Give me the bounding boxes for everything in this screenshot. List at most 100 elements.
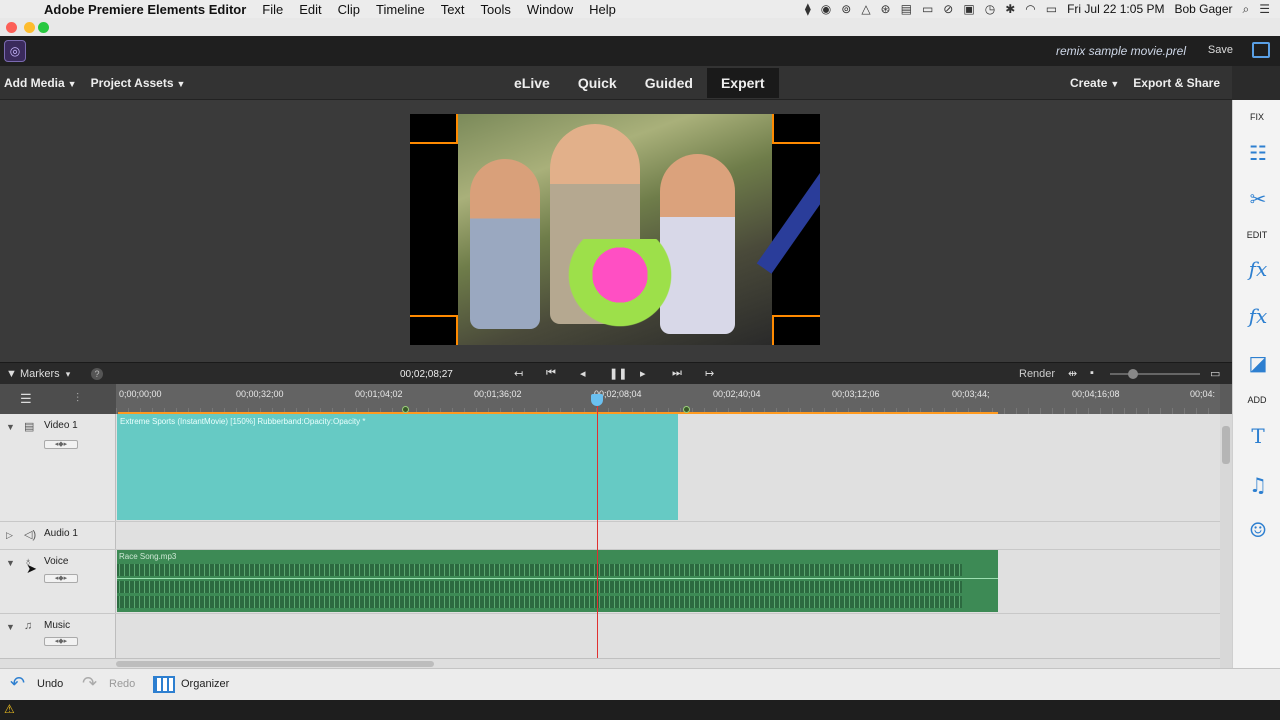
track-music: ▼ ♫ Music ◂◆▸ (0, 614, 1220, 658)
zoom-slider-track[interactable] (1110, 373, 1200, 375)
collapse-triangle-icon[interactable]: ▼ (6, 622, 15, 632)
bluetooth-icon[interactable]: ✱ (1005, 2, 1015, 16)
playhead-handle[interactable] (591, 394, 603, 406)
scrollbar-thumb[interactable] (1222, 426, 1230, 464)
scrollbar-thumb[interactable] (116, 661, 434, 667)
record-icon[interactable]: ◉ (821, 2, 831, 16)
next-edit-icon[interactable]: ⏭ (672, 367, 682, 380)
display-icon[interactable]: ▭ (922, 2, 933, 16)
expand-triangle-icon[interactable]: ▷ (6, 530, 13, 541)
track-area[interactable] (116, 614, 1220, 658)
tab-expert[interactable]: Expert (706, 68, 779, 98)
save-button[interactable]: Save (1208, 44, 1233, 56)
step-back-icon[interactable]: ◂ (580, 367, 586, 380)
collapse-triangle-icon[interactable]: ▼ (6, 422, 15, 432)
close-window-button[interactable] (6, 22, 17, 33)
zoom-out-icon[interactable]: ▪ (1090, 367, 1094, 379)
tab-quick[interactable]: Quick (564, 68, 631, 98)
zoom-window-button[interactable] (38, 22, 49, 33)
drive-icon[interactable]: △ (861, 2, 870, 16)
pause-icon[interactable]: ❚❚ (609, 367, 627, 380)
zoom-in-icon[interactable]: ▭ (1210, 367, 1220, 380)
dropbox-icon[interactable]: ⧫ (805, 2, 811, 16)
menu-clip[interactable]: Clip (338, 2, 360, 17)
volume-rubberband[interactable] (117, 578, 998, 579)
collapse-triangle-icon[interactable]: ▼ (6, 558, 15, 568)
speaker-icon[interactable]: ◁) (24, 528, 36, 541)
battery-icon[interactable]: ▭ (1046, 2, 1057, 16)
tools-icon[interactable]: ✂ (1245, 186, 1271, 212)
video-preview[interactable] (410, 114, 820, 345)
ruler-label: 0;00;00;00 (119, 389, 162, 399)
clock[interactable]: Fri Jul 22 1:05 PM (1067, 2, 1164, 16)
export-share-button[interactable]: Export & Share (1133, 76, 1220, 90)
track-area[interactable] (116, 522, 1220, 549)
effects-icon[interactable]: fx (1245, 303, 1271, 329)
horizontal-scrollbar[interactable] (0, 658, 1220, 668)
keyframe-controls[interactable]: ◂◆▸ (44, 574, 78, 583)
menu-timeline[interactable]: Timeline (376, 2, 425, 17)
time-machine-icon[interactable]: ◷ (985, 2, 995, 16)
playhead-line[interactable] (597, 406, 598, 658)
status-area: ⧫ ◉ ⊚ △ ⊛ ▤ ▭ ⊘ ▣ ◷ ✱ ◠ ▭ Fri Jul 22 1:0… (805, 0, 1270, 18)
track-area[interactable]: Race Song.mp3 (116, 550, 1220, 613)
timeline-ruler[interactable]: ☰ ⫶ 0;00;00;00 00;00;32;00 00;01;04;02 0… (0, 384, 1232, 414)
video-clip[interactable]: Extreme Sports (InstantMovie) [150%] Rub… (117, 414, 678, 520)
help-icon[interactable]: ? (91, 368, 103, 380)
add-media-button[interactable]: Add Media ▼ (4, 76, 77, 90)
create-button[interactable]: Create ▼ (1070, 76, 1119, 90)
project-assets-button[interactable]: Project Assets ▼ (91, 76, 186, 90)
keyframe-controls[interactable]: ◂◆▸ (44, 637, 78, 646)
app-menu[interactable]: Adobe Premiere Elements Editor (44, 2, 246, 17)
spotlight-icon[interactable]: ⌕ (1243, 2, 1250, 17)
tab-guided[interactable]: Guided (631, 68, 707, 98)
titles-icon[interactable]: T (1245, 423, 1271, 449)
undo-icon[interactable]: ↶ (10, 673, 25, 694)
track-options-icon[interactable]: ☰ (20, 391, 32, 407)
vertical-scrollbar[interactable] (1220, 414, 1232, 668)
menu-tools[interactable]: Tools (481, 2, 511, 17)
battery-icon-small[interactable]: ▤ (901, 2, 912, 16)
organizer-icon[interactable] (153, 676, 175, 693)
current-timecode[interactable]: 00;02;08;27 (400, 369, 453, 380)
user-name[interactable]: Bob Gager (1174, 2, 1232, 16)
warning-icon[interactable]: ⚠ (4, 702, 15, 716)
transitions-icon[interactable]: ◪ (1245, 350, 1271, 376)
fullscreen-icon[interactable] (1252, 42, 1270, 58)
menu-file[interactable]: File (262, 2, 283, 17)
marker-dot[interactable] (683, 406, 690, 413)
search-glass-icon[interactable]: ⊘ (943, 2, 953, 16)
effects-edit-icon[interactable]: fx (1245, 256, 1271, 282)
step-forward-icon[interactable]: ▸ (640, 367, 646, 380)
organizer-button[interactable]: Organizer (181, 678, 229, 690)
undo-button[interactable]: Undo (37, 678, 63, 690)
menu-help[interactable]: Help (589, 2, 616, 17)
fit-timeline-icon[interactable]: ⇹ (1068, 367, 1077, 380)
keyframe-controls[interactable]: ◂◆▸ (44, 440, 78, 449)
music-icon[interactable]: ♫ (1245, 472, 1271, 498)
zoom-slider-handle[interactable] (1128, 369, 1138, 379)
go-to-start-icon[interactable]: ↤ (514, 367, 523, 380)
minimize-window-button[interactable] (24, 22, 35, 33)
audio-clip[interactable]: Race Song.mp3 (117, 550, 998, 612)
creative-cloud-icon[interactable]: ⊚ (841, 2, 851, 16)
tab-elive[interactable]: eLive (500, 68, 564, 98)
render-button[interactable]: Render (1019, 368, 1055, 380)
menu-edit[interactable]: Edit (299, 2, 321, 17)
markers-dropdown[interactable]: ▼ Markers ▾ (6, 368, 70, 380)
airplay-icon[interactable]: ▣ (963, 2, 974, 16)
music-note-icon[interactable]: ♫ (24, 620, 32, 632)
wifi-icon[interactable]: ◠ (1025, 2, 1035, 16)
adjust-sliders-icon[interactable]: ☷ (1245, 140, 1271, 166)
audio-mixer-icon[interactable]: ⫶ (76, 391, 79, 406)
graphics-icon[interactable]: ☺ (1245, 517, 1271, 543)
film-icon[interactable]: ▤ (24, 420, 34, 433)
go-to-end-icon[interactable]: ↦ (705, 367, 714, 380)
track-area[interactable]: Extreme Sports (InstantMovie) [150%] Rub… (116, 414, 1220, 521)
menu-text[interactable]: Text (441, 2, 465, 17)
menu-window[interactable]: Window (527, 2, 573, 17)
previous-edit-icon[interactable]: ⏮ (546, 367, 556, 380)
notification-center-icon[interactable]: ☰ (1259, 2, 1270, 16)
sync-icon[interactable]: ⊛ (881, 2, 891, 16)
marker-dot[interactable] (402, 406, 409, 413)
